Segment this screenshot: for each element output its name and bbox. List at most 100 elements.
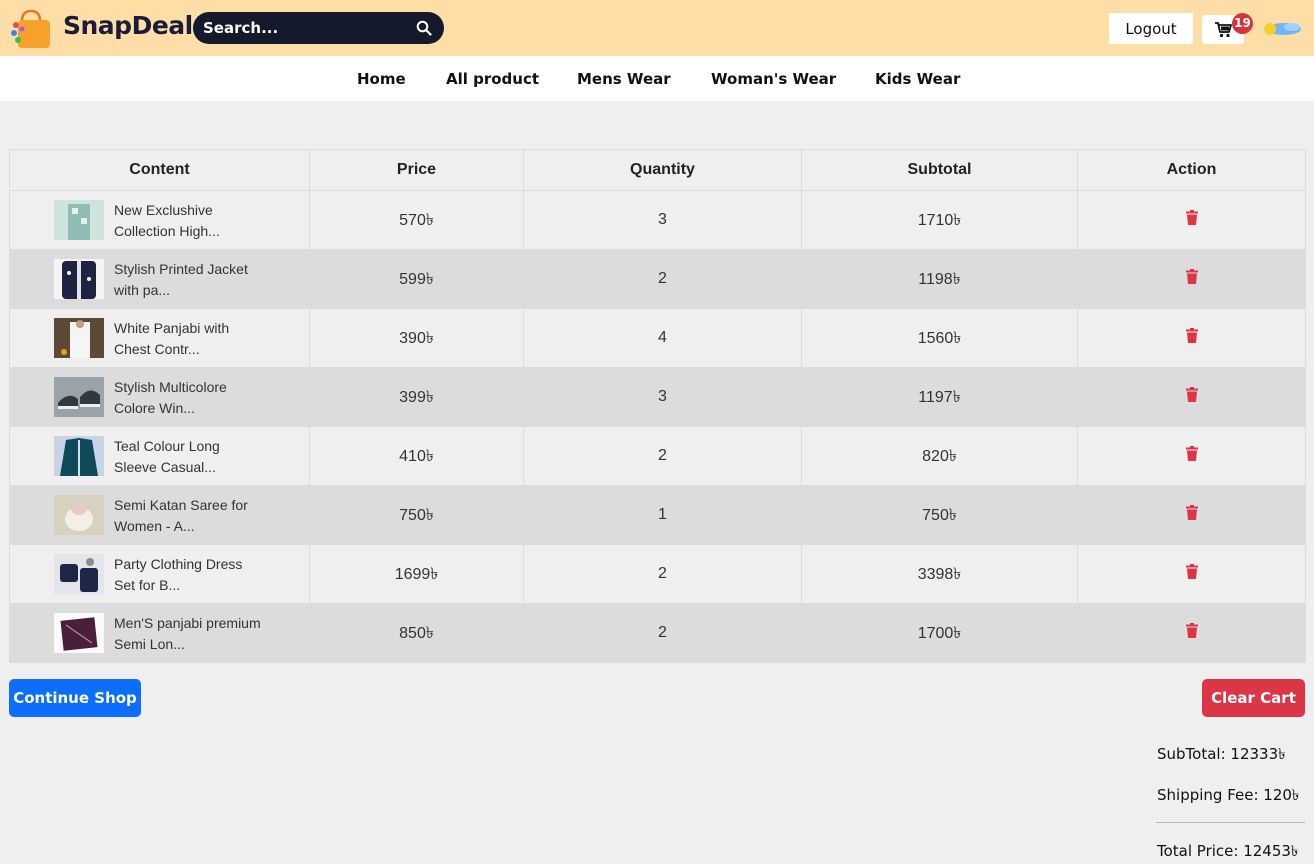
subtotal-cell: 1197৳ [801,367,1078,427]
header-quantity: Quantity [523,149,802,191]
price-cell: 390৳ [309,308,524,368]
price-cell: 399৳ [309,367,524,427]
product-name[interactable]: Semi Katan Saree for Women - A... [114,495,274,537]
product-name[interactable]: Men'S panjabi premium Semi Lon... [114,613,274,655]
subtotal-cell: 1198৳ [801,249,1078,309]
price-cell: 599৳ [309,249,524,309]
price-cell: 1699৳ [309,544,524,604]
nav-all-product[interactable]: All product [446,70,539,88]
product-name[interactable]: White Panjabi with Chest Contr... [114,318,274,360]
summary-total-price: Total Price: 12453৳ [1157,842,1299,860]
product-cell: Party Clothing Dress Set for B... [9,544,310,604]
search-bar [193,12,444,44]
summary-shipping-fee: Shipping Fee: 120৳ [1157,786,1300,804]
product-cell: Stylish Multicolore Colore Win... [9,367,310,427]
delete-trash-icon[interactable] [1185,446,1198,461]
subtotal-cell: 1710৳ [801,190,1078,250]
delete-trash-icon[interactable] [1185,623,1198,638]
search-icon[interactable] [416,20,432,36]
action-cell [1077,485,1306,545]
quantity-cell: 2 [523,544,802,604]
product-thumbnail[interactable] [54,259,104,299]
product-thumbnail[interactable] [54,318,104,358]
price-cell: 750৳ [309,485,524,545]
product-name[interactable]: Stylish Printed Jacket with pa... [114,259,274,301]
product-cell: Semi Katan Saree for Women - A... [9,485,310,545]
quantity-cell: 2 [523,249,802,309]
nav-kids-wear[interactable]: Kids Wear [875,70,960,88]
product-thumbnail[interactable] [54,495,104,535]
logout-button[interactable]: Logout [1109,13,1193,44]
delete-trash-icon[interactable] [1185,269,1198,284]
price-cell: 410৳ [309,426,524,486]
delete-trash-icon[interactable] [1185,387,1198,402]
header-price: Price [309,149,524,191]
action-cell [1077,426,1306,486]
main-nav: Home All product Mens Wear Woman's Wear … [0,56,1314,101]
summary-subtotal: SubTotal: 12333৳ [1157,745,1286,763]
product-cell: Teal Colour Long Sleeve Casual... [9,426,310,486]
continue-shop-button[interactable]: Continue Shop [9,679,141,717]
action-cell [1077,544,1306,604]
table-row: Stylish Printed Jacket with pa... 599৳ 2 … [9,249,1306,309]
quantity-cell: 4 [523,308,802,368]
delete-trash-icon[interactable] [1185,210,1198,225]
subtotal-cell: 1560৳ [801,308,1078,368]
subtotal-cell: 750৳ [801,485,1078,545]
quantity-cell: 2 [523,426,802,486]
product-cell: Stylish Printed Jacket with pa... [9,249,310,309]
action-cell [1077,367,1306,427]
action-cell [1077,603,1306,663]
product-name[interactable]: Stylish Multicolore Colore Win... [114,377,274,419]
shopping-bag-logo-icon[interactable] [10,9,52,49]
subtotal-cell: 1700৳ [801,603,1078,663]
top-header: SnapDeal Logout 19 [0,0,1314,56]
price-cell: 570৳ [309,190,524,250]
table-row: Semi Katan Saree for Women - A... 750৳ 1 … [9,485,1306,545]
clear-cart-button[interactable]: Clear Cart [1202,679,1305,717]
quantity-cell: 3 [523,190,802,250]
delete-trash-icon[interactable] [1185,328,1198,343]
subtotal-cell: 820৳ [801,426,1078,486]
search-input[interactable] [203,18,403,38]
cart-table: Content Price Quantity Subtotal Action N… [9,149,1306,663]
price-cell: 850৳ [309,603,524,663]
product-name[interactable]: Party Clothing Dress Set for B... [114,554,274,596]
product-thumbnail[interactable] [54,377,104,417]
table-row: Party Clothing Dress Set for B... 1699৳ 2… [9,544,1306,604]
product-thumbnail[interactable] [54,436,104,476]
product-thumbnail[interactable] [54,554,104,594]
delete-trash-icon[interactable] [1185,564,1198,579]
table-row: New Exclushive Collection High... 570৳ 3 … [9,190,1306,250]
quantity-cell: 3 [523,367,802,427]
table-row: Teal Colour Long Sleeve Casual... 410৳ 2 … [9,426,1306,486]
product-cell: White Panjabi with Chest Contr... [9,308,310,368]
action-cell [1077,249,1306,309]
product-name[interactable]: New Exclushive Collection High... [114,200,274,242]
product-cell: Men'S panjabi premium Semi Lon... [9,603,310,663]
delete-trash-icon[interactable] [1185,505,1198,520]
nav-mens-wear[interactable]: Mens Wear [577,70,671,88]
cart-count-badge: 19 [1232,13,1253,34]
cart-icon [1215,22,1232,38]
subtotal-cell: 3398৳ [801,544,1078,604]
table-row: Men'S panjabi premium Semi Lon... 850৳ 2 … [9,603,1306,663]
brand-name[interactable]: SnapDeal [63,11,193,40]
theme-toggle-icon[interactable] [1262,20,1302,37]
product-thumbnail[interactable] [54,613,104,653]
summary-divider [1156,822,1305,823]
quantity-cell: 2 [523,603,802,663]
nav-home[interactable]: Home [357,70,406,88]
product-cell: New Exclushive Collection High... [9,190,310,250]
action-cell [1077,308,1306,368]
header-action: Action [1077,149,1306,191]
product-name[interactable]: Teal Colour Long Sleeve Casual... [114,436,274,478]
header-subtotal: Subtotal [801,149,1078,191]
table-header-row: Content Price Quantity Subtotal Action [9,149,1306,191]
table-row: Stylish Multicolore Colore Win... 399৳ 3 … [9,367,1306,427]
nav-womans-wear[interactable]: Woman's Wear [711,70,836,88]
header-content: Content [9,149,310,191]
table-row: White Panjabi with Chest Contr... 390৳ 4 … [9,308,1306,368]
product-thumbnail[interactable] [54,200,104,240]
action-cell [1077,190,1306,250]
